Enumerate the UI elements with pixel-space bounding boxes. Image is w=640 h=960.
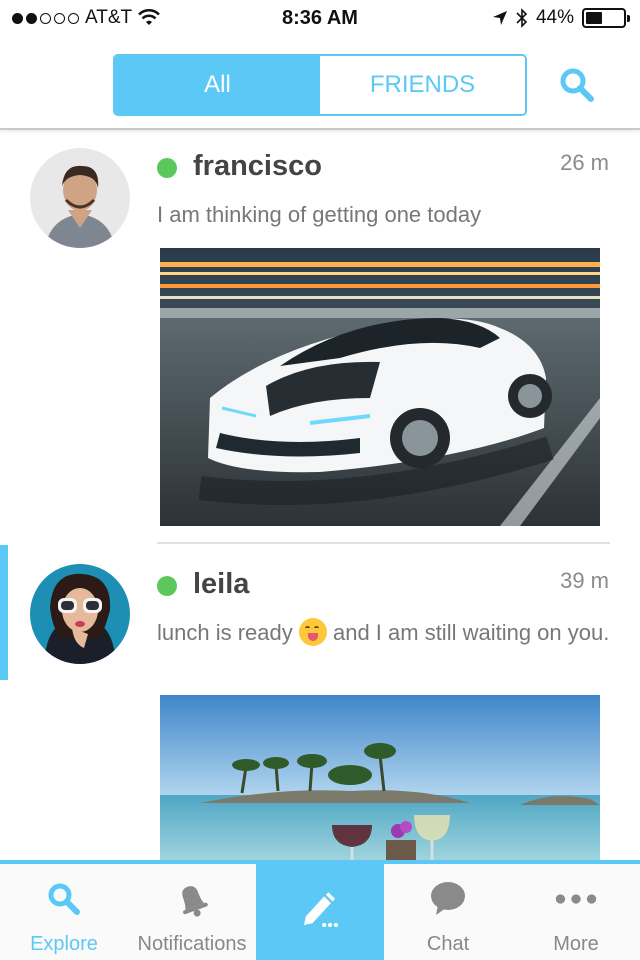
car-photo[interactable]	[160, 248, 600, 526]
post-card[interactable]: leila 39 m lunch is ready and I am still…	[0, 544, 640, 860]
status-right: 44%	[492, 7, 630, 29]
header: All FRIENDS	[0, 40, 640, 130]
compose-button[interactable]	[256, 864, 384, 960]
tab-chat[interactable]: Chat	[384, 864, 512, 960]
avatar[interactable]	[30, 564, 130, 664]
bottom-tab-bar: Explore Notifications Chat More	[0, 860, 640, 960]
tab-label: Explore	[30, 933, 98, 955]
beach-lunch-photo[interactable]	[160, 695, 600, 860]
avatar[interactable]	[30, 148, 130, 248]
tab-explore[interactable]: Explore	[0, 864, 128, 960]
battery-percent: 44%	[535, 7, 574, 28]
post-message: I am thinking of getting one today	[157, 202, 482, 227]
tab-more[interactable]: More	[512, 864, 640, 960]
battery-icon	[582, 8, 630, 28]
tab-label: Chat	[426, 933, 470, 955]
post-card[interactable]: francisco 26 m I am thinking of getting …	[0, 132, 640, 544]
tab-label: More	[553, 933, 599, 955]
more-dots-icon	[555, 894, 597, 904]
bluetooth-icon	[516, 8, 528, 28]
tab-all[interactable]: All	[115, 56, 320, 114]
post-author[interactable]: leila	[193, 568, 249, 601]
post-message-part-2: and I am still waiting on you.	[326, 620, 610, 645]
online-status-indicator	[157, 576, 177, 596]
feed: francisco 26 m I am thinking of getting …	[0, 132, 640, 860]
post-time: 39 m	[560, 568, 609, 593]
tab-friends[interactable]: FRIENDS	[320, 56, 525, 114]
feed-filter-segmented-control: All FRIENDS	[113, 54, 527, 116]
search-icon[interactable]	[558, 66, 596, 104]
chat-bubble-icon	[431, 882, 465, 915]
post-author[interactable]: francisco	[193, 150, 322, 183]
bell-icon	[182, 886, 208, 917]
post-message: lunch is ready and I am still waiting on…	[157, 618, 617, 647]
compose-icon	[304, 892, 339, 928]
unread-indicator	[0, 545, 8, 680]
tab-notifications[interactable]: Notifications	[128, 864, 256, 960]
post-message-part-1: lunch is ready	[157, 620, 299, 645]
online-status-indicator	[157, 158, 177, 178]
yum-face-emoji-icon	[298, 618, 327, 646]
status-bar: AT&T 8:36 AM 44%	[0, 0, 640, 40]
tab-label: Notifications	[137, 933, 247, 955]
location-arrow-icon	[492, 11, 507, 25]
search-icon	[48, 883, 80, 915]
post-time: 26 m	[560, 150, 609, 175]
